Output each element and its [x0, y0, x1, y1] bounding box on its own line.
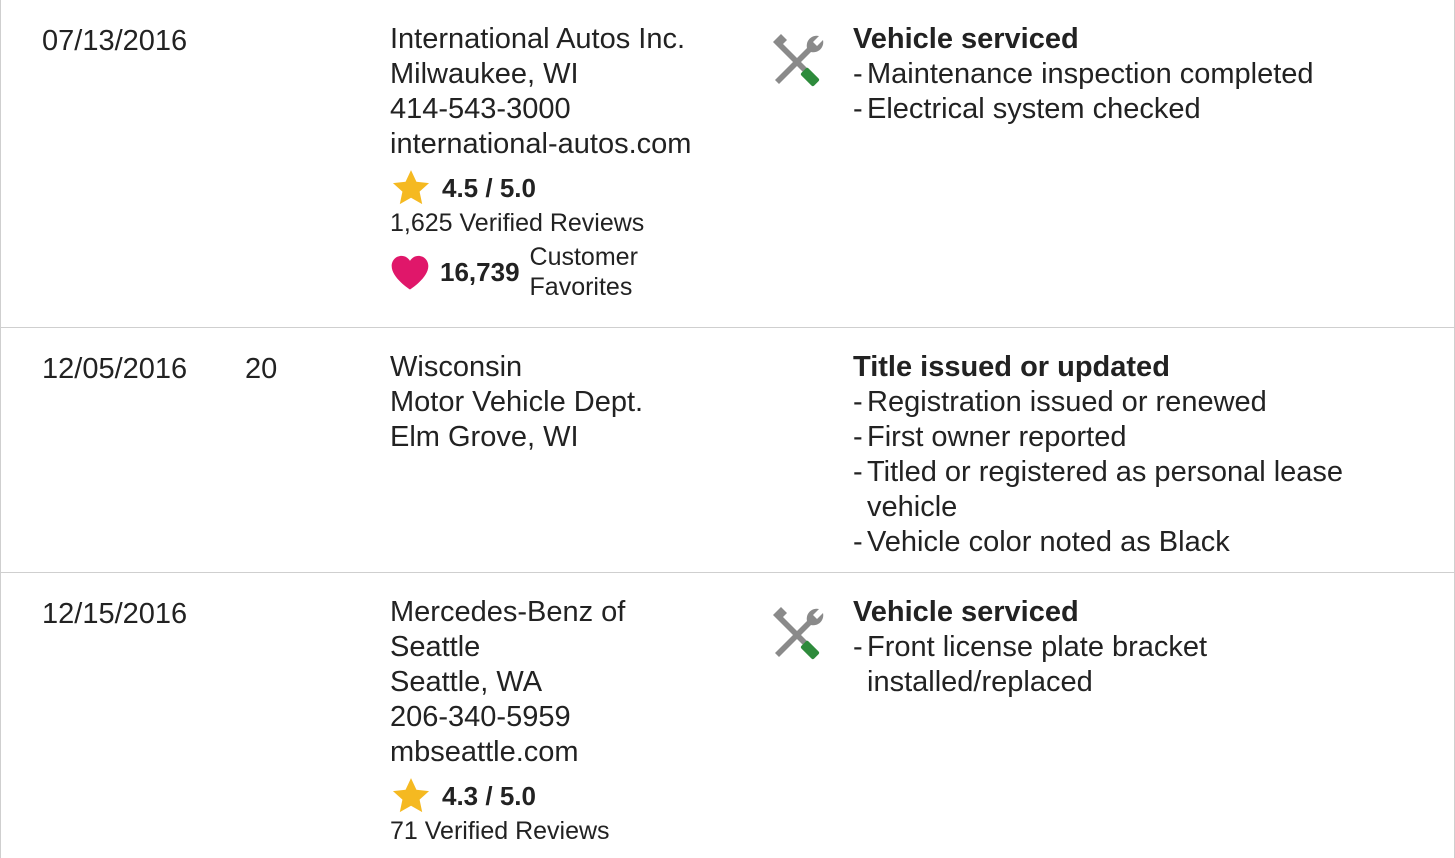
record-source: Mercedes-Benz of Seattle Seattle, WA 206…: [390, 595, 750, 848]
history-row: 12/15/2016 Mercedes-Benz of Seattle Seat…: [1, 572, 1454, 858]
source-website-link[interactable]: international-autos.com: [390, 127, 750, 162]
rating-score: 4.5 / 5.0: [442, 172, 536, 203]
detail-list: Front license plate bracket installed/re…: [853, 630, 1413, 700]
source-name: Mercedes-Benz of: [390, 596, 626, 628]
detail-heading: Vehicle serviced: [853, 23, 1079, 55]
record-date: 07/13/2016: [42, 25, 188, 57]
detail-item-line1: Front license plate bracket: [867, 631, 1208, 663]
source-rating: 4.3 / 5.0: [390, 776, 750, 816]
source-name: Wisconsin: [390, 351, 523, 383]
source-name: International Autos Inc.: [390, 23, 686, 55]
detail-item: Front license plate bracket installed/re…: [853, 630, 1413, 700]
record-source: International Autos Inc. Milwaukee, WI 4…: [390, 22, 750, 302]
favorites-label-line1: Customer: [529, 243, 638, 271]
source-website-link[interactable]: mbseattle.com: [390, 735, 750, 770]
detail-item: Registration issued or renewed: [853, 385, 1413, 420]
verified-reviews-link[interactable]: 71 Verified Reviews: [390, 814, 750, 848]
detail-item: Electrical system checked: [853, 92, 1413, 127]
detail-list: Registration issued or renewed First own…: [853, 385, 1413, 560]
record-details: Vehicle serviced Maintenance inspection …: [853, 22, 1413, 127]
detail-list: Maintenance inspection completed Electri…: [853, 57, 1413, 127]
wrench-screwdriver-icon: [773, 607, 824, 660]
source-phone[interactable]: 206-340-5959: [390, 700, 750, 735]
record-details: Vehicle serviced Front license plate bra…: [853, 595, 1413, 700]
detail-item: Maintenance inspection completed: [853, 57, 1413, 92]
favorites-label-line2: Favorites: [529, 273, 633, 301]
history-row: 07/13/2016 International Autos Inc. Milw…: [1, 0, 1454, 327]
rating-score: 4.3 / 5.0: [442, 780, 536, 811]
heart-icon: [391, 255, 429, 290]
detail-item: First owner reported: [853, 420, 1413, 455]
wrench-screwdriver-icon: [773, 34, 824, 87]
source-phone[interactable]: 414-543-3000: [390, 92, 750, 127]
history-row: 12/05/2016 20 Wisconsin Motor Vehicle De…: [1, 327, 1454, 572]
star-icon: [392, 778, 430, 813]
record-source: Wisconsin Motor Vehicle Dept. Elm Grove,…: [390, 350, 750, 455]
verified-reviews-link[interactable]: 1,625 Verified Reviews: [390, 206, 750, 240]
record-date: 12/15/2016: [42, 598, 188, 630]
star-icon: [392, 170, 430, 205]
source-location: Seattle, WA: [390, 666, 543, 698]
source-rating: 4.5 / 5.0: [390, 168, 750, 208]
detail-item-line2: installed/replaced: [867, 666, 1093, 698]
record-details: Title issued or updated Registration iss…: [853, 350, 1413, 560]
customer-favorites: 16,739 Customer Favorites: [390, 242, 750, 302]
detail-item: Vehicle color noted as Black: [853, 525, 1413, 560]
source-location: Milwaukee, WI: [390, 58, 579, 90]
record-date: 12/05/2016: [42, 353, 188, 385]
source-location: Elm Grove, WI: [390, 421, 579, 453]
detail-heading: Title issued or updated: [853, 351, 1170, 383]
detail-heading: Vehicle serviced: [853, 596, 1079, 628]
favorites-count: 16,739: [440, 256, 520, 287]
source-department: Motor Vehicle Dept.: [390, 386, 644, 418]
source-name-cont: Seattle: [390, 631, 481, 663]
history-table: 07/13/2016 International Autos Inc. Milw…: [0, 0, 1455, 858]
detail-item: Titled or registered as personal lease v…: [853, 455, 1413, 525]
favorites-label: Customer Favorites: [530, 242, 638, 302]
record-mileage: 20: [245, 353, 278, 385]
